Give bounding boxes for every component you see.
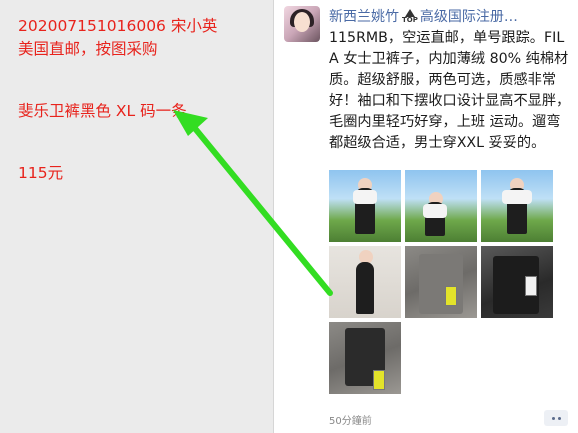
order-id-and-name: 20200715101600​6 宋小英 (18, 17, 218, 35)
product-note: 斐乐卫裤黑色 XL 码一条 (18, 102, 187, 120)
post-timestamp: 50分鐘前 (329, 416, 372, 427)
post-photo-5[interactable] (405, 246, 477, 318)
post-photo-2[interactable] (405, 170, 477, 242)
post-photo-7[interactable] (329, 322, 401, 394)
note-panel: 20200715101600​6 宋小英 美国直邮，按图采购 斐乐卫裤黑色 XL… (0, 0, 274, 433)
avatar[interactable] (284, 6, 320, 42)
shipping-note: 美国直邮，按图采购 (18, 40, 158, 58)
post-photo-6[interactable] (481, 246, 553, 318)
author-name[interactable]: 新西兰姚竹 (329, 6, 399, 26)
more-dots-icon (551, 416, 555, 420)
author-row: 新西兰姚竹 TOP 高级国际注册… (329, 5, 518, 27)
top-badge-icon: TOP (402, 8, 418, 24)
more-options-button[interactable] (544, 410, 568, 426)
post-photo-3[interactable] (481, 170, 553, 242)
author-title: 高级国际注册… (419, 9, 518, 25)
price-note: 115元 (18, 164, 64, 182)
top-badge-label: TOP (402, 15, 418, 24)
feed-post: 新西兰姚竹 TOP 高级国际注册… 115RMB，空运直邮，单号跟踪。FILA … (274, 0, 578, 433)
post-photo-4[interactable] (329, 246, 401, 318)
post-photo-1[interactable] (329, 170, 401, 242)
post-text: 115RMB，空运直邮，单号跟踪。FILA 女士卫裤子，内加薄绒 80% 纯棉材… (329, 30, 571, 151)
